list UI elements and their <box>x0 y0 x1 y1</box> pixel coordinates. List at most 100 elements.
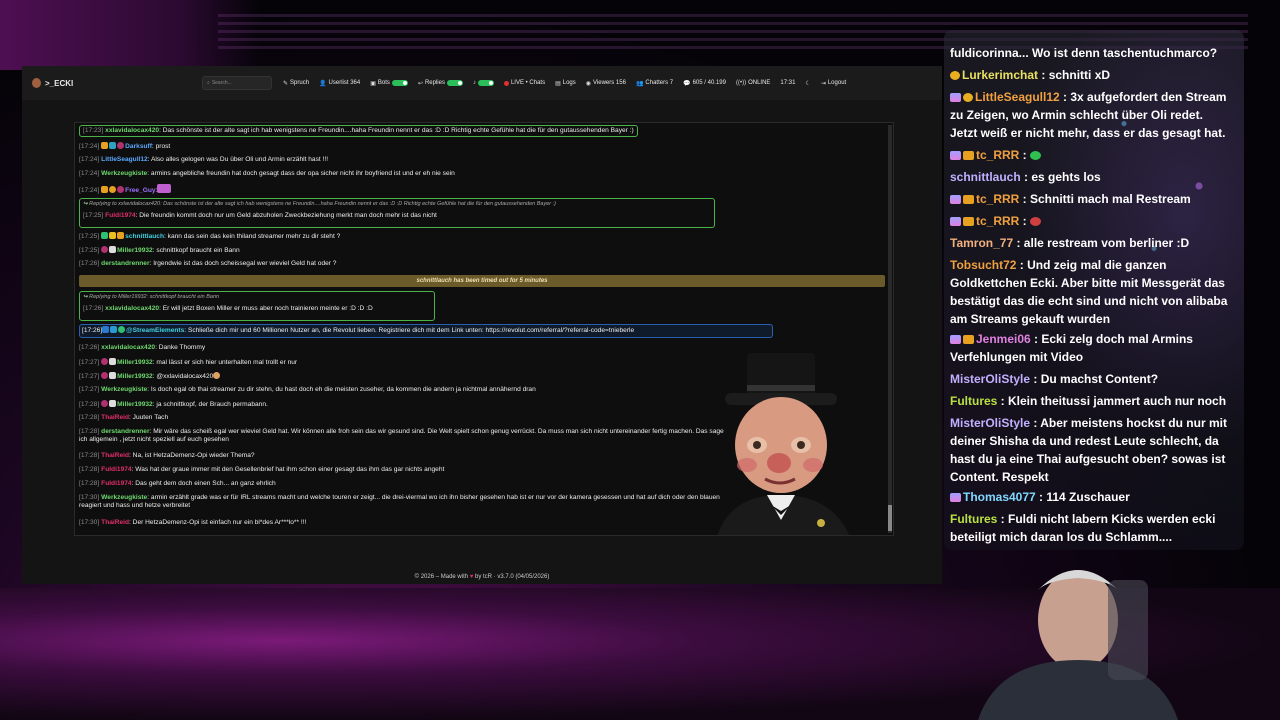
nav-label: Userlist 364 <box>328 80 361 86</box>
username[interactable]: Fuldi1974 <box>101 466 131 473</box>
message-text: : armin erzählt grade was er für IRL str… <box>147 494 720 501</box>
overlay-message: tc_RRR : <box>950 212 1232 230</box>
overlay-username: Lurkerimchat <box>962 68 1039 82</box>
overlay-username: Tamron_77 <box>950 236 1014 250</box>
chat-message-promo: [17:26] @StreamElements: Schließe dich mi… <box>79 324 773 338</box>
overlay-message: Tamron_77 : alle restream vom berliner :… <box>950 234 1232 252</box>
username[interactable]: Miller19932 <box>117 359 153 366</box>
message-text: : Mir wäre das scheiß egal wer wieviel G… <box>149 428 724 435</box>
live-dot-icon <box>503 80 509 86</box>
replies-toggle[interactable] <box>446 80 463 86</box>
username[interactable]: @StreamElements <box>126 327 184 334</box>
nav-label: Spruch <box>290 80 310 86</box>
username[interactable]: derstandrenner <box>101 428 149 435</box>
nav-label: 605 / 40.199 <box>692 80 726 86</box>
chat-log[interactable]: [17:23] xxlavidalocax420: Das schönste is… <box>74 122 894 536</box>
flag-icon <box>950 195 961 204</box>
username[interactable]: Werkzeugkiste <box>101 170 147 177</box>
username[interactable]: xxlavidalocax420 <box>105 305 159 312</box>
message-text: : mal lässt er sich hier unterhalten mal… <box>152 359 298 366</box>
chat-message: [17:25] schnittlauch: kann das sein das k… <box>79 232 340 241</box>
chat-message: [17:26] derstandrenner: Irgendwie ist das… <box>79 260 336 268</box>
overlay-message: fuldicorinna... Wo ist denn taschentuchm… <box>950 44 1232 62</box>
brand-title: >_ECKI <box>45 78 74 88</box>
username[interactable]: Miller19932 <box>117 373 153 380</box>
nav-bots[interactable]: ▣ Bots <box>365 76 413 90</box>
avatar <box>117 186 125 193</box>
nav-live-chats[interactable]: LIVE • Chats <box>499 76 550 90</box>
timestamp: [17:28] <box>79 480 100 487</box>
timestamp: [17:25] <box>79 233 100 240</box>
brand[interactable]: >_ECKI <box>32 78 202 88</box>
nav-messages: 💬 605 / 40.199 <box>678 76 731 90</box>
nav-replies[interactable]: ↩ Replies <box>413 76 468 90</box>
username[interactable]: schnittlauch <box>125 233 164 240</box>
footer-text: © 2026 – Made with <box>414 574 469 580</box>
username[interactable]: xxlavidalocax420 <box>101 344 155 351</box>
nav-userlist[interactable]: 👤 Userlist 364 <box>314 76 365 90</box>
overlay-message: Fultures : Fuldi nicht labern Kicks werd… <box>950 510 1232 546</box>
flag-icon <box>950 335 961 344</box>
chat-message: [17:28] Fuldi1974: Was hat der graue imme… <box>79 466 444 474</box>
bots-toggle[interactable] <box>391 80 408 86</box>
emote-icon <box>1030 151 1042 160</box>
nav-logs[interactable]: ▤ Logs <box>550 76 581 90</box>
overlay-username: tc_RRR <box>976 192 1020 206</box>
username[interactable]: Werkzeugkiste <box>101 494 147 501</box>
username[interactable]: ThaiReid <box>101 519 129 526</box>
scrollbar-thumb[interactable] <box>888 505 892 531</box>
username[interactable]: Darksuff <box>125 143 152 150</box>
username[interactable]: Miller19932 <box>117 401 153 408</box>
timestamp: [17:26] <box>83 305 104 312</box>
signal-icon: ((•)) <box>735 80 747 86</box>
timestamp: [17:25] <box>83 212 104 219</box>
chat-message: [17:28] ThaiReid: Na, ist HetzaDemenz-Opi… <box>79 452 255 460</box>
overlay-username: schnittlauch <box>950 170 1021 184</box>
username[interactable]: ThaiReid <box>101 452 129 459</box>
message-text: : Also alles gelogen was Du über Oli und… <box>147 156 329 163</box>
chat-message: [17:28] ThaiReid: Juuten Tach <box>79 414 168 422</box>
username[interactable]: Free_Guy <box>125 187 155 194</box>
username[interactable]: Fuldi1974 <box>101 480 131 487</box>
sound-toggle[interactable] <box>477 80 494 86</box>
username[interactable]: derstandrenner <box>101 260 149 267</box>
message-text-continued: reagiert und hass und hetze verbreitet <box>79 502 191 509</box>
nav-viewers[interactable]: ◉ Viewers 156 <box>581 76 631 90</box>
timestamp: [17:28] <box>79 466 100 473</box>
username[interactable]: LittleSeagull12 <box>101 156 148 163</box>
scrollbar[interactable] <box>888 125 892 533</box>
crown-icon <box>963 217 974 226</box>
stream-chat-overlay: fuldicorinna... Wo ist denn taschentuchm… <box>944 30 1244 550</box>
nav-sound[interactable]: ♪ <box>468 76 499 90</box>
avatar <box>109 358 117 365</box>
chat-message-reply: ↪ Replying to Miller19932: schnittkopf b… <box>79 291 435 321</box>
overlay-username: MisterOliStyle <box>950 416 1031 430</box>
chat-message: [17:27] Werkzeugkiste: Is doch egal ob th… <box>79 386 536 394</box>
search-input[interactable]: ⌕ Search... <box>202 76 272 90</box>
message-text: : Danke Thommy <box>155 344 206 351</box>
overlay-username: Jenmei06 <box>976 332 1031 346</box>
timestamp: [17:27] <box>79 373 100 380</box>
username[interactable]: Werkzeugkiste <box>101 386 147 393</box>
timestamp: [17:28] <box>79 401 100 408</box>
nav-logout[interactable]: ⇥ Logout <box>816 76 851 90</box>
message-text: : ja schnittkopf, der Brauch permabann. <box>152 401 268 408</box>
theme-toggle[interactable]: ☾ <box>800 76 815 90</box>
username[interactable]: Miller19932 <box>117 247 153 254</box>
nav-label: ONLINE <box>748 80 771 86</box>
emote-icon <box>213 372 221 379</box>
overlay-username: LittleSeagull12 <box>975 90 1060 104</box>
nav-chatters[interactable]: 👥 Chatters 7 <box>631 76 678 90</box>
overlay-message: Tobsucht72 : Und zeig mal die ganzen Gol… <box>950 256 1232 328</box>
username[interactable]: xxlavidalocax420 <box>105 127 159 134</box>
username[interactable]: ThaiReid <box>101 414 129 421</box>
nav-label: Replies <box>424 80 445 86</box>
overlay-text: : 114 Zuschauer <box>1035 490 1130 504</box>
overlay-text: : Du machst Content? <box>1030 372 1159 386</box>
crown-icon <box>963 195 974 204</box>
chat-icon: ✎ <box>283 80 289 87</box>
timestamp: [17:24] <box>79 187 100 194</box>
nav-label: LIVE • Chats <box>510 80 546 86</box>
nav-spruch[interactable]: ✎ Spruch <box>278 76 314 90</box>
username[interactable]: Fuldi1974 <box>105 212 135 219</box>
